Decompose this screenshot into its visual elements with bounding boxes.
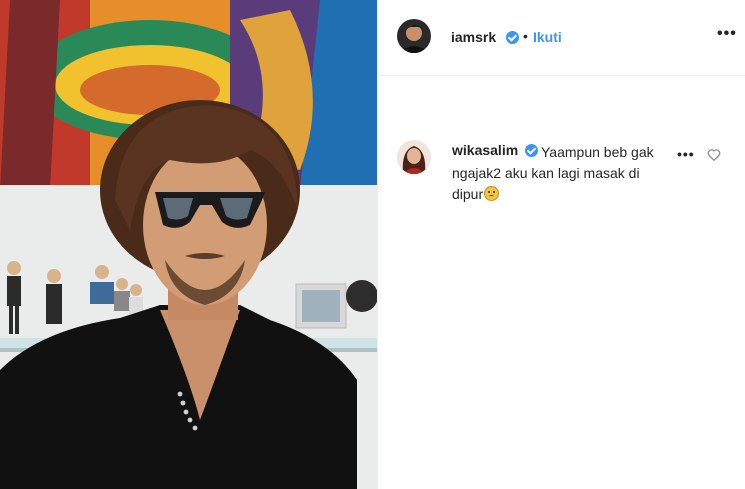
post-side-panel: iamsrk • Ikuti ••• Yaampun beb gak ngaja…	[377, 0, 745, 489]
commenter-username[interactable]: wikasalim	[452, 142, 518, 158]
author-avatar[interactable]	[397, 19, 431, 53]
worried-face-emoji-icon	[484, 186, 500, 201]
heart-outline-icon[interactable]	[707, 148, 721, 166]
separator-dot: •	[523, 28, 528, 44]
verified-badge-icon	[506, 31, 519, 44]
post-media[interactable]	[0, 0, 377, 489]
post-photo	[0, 0, 377, 489]
author-username[interactable]: iamsrk	[451, 29, 496, 45]
follow-button[interactable]: Ikuti	[533, 29, 562, 45]
more-horizontal-icon[interactable]: •••	[717, 25, 737, 43]
commenter-avatar[interactable]	[397, 140, 431, 174]
verified-badge-icon	[525, 144, 538, 157]
comment-more-icon[interactable]: •••	[677, 146, 695, 162]
post-header: iamsrk • Ikuti •••	[378, 0, 745, 76]
